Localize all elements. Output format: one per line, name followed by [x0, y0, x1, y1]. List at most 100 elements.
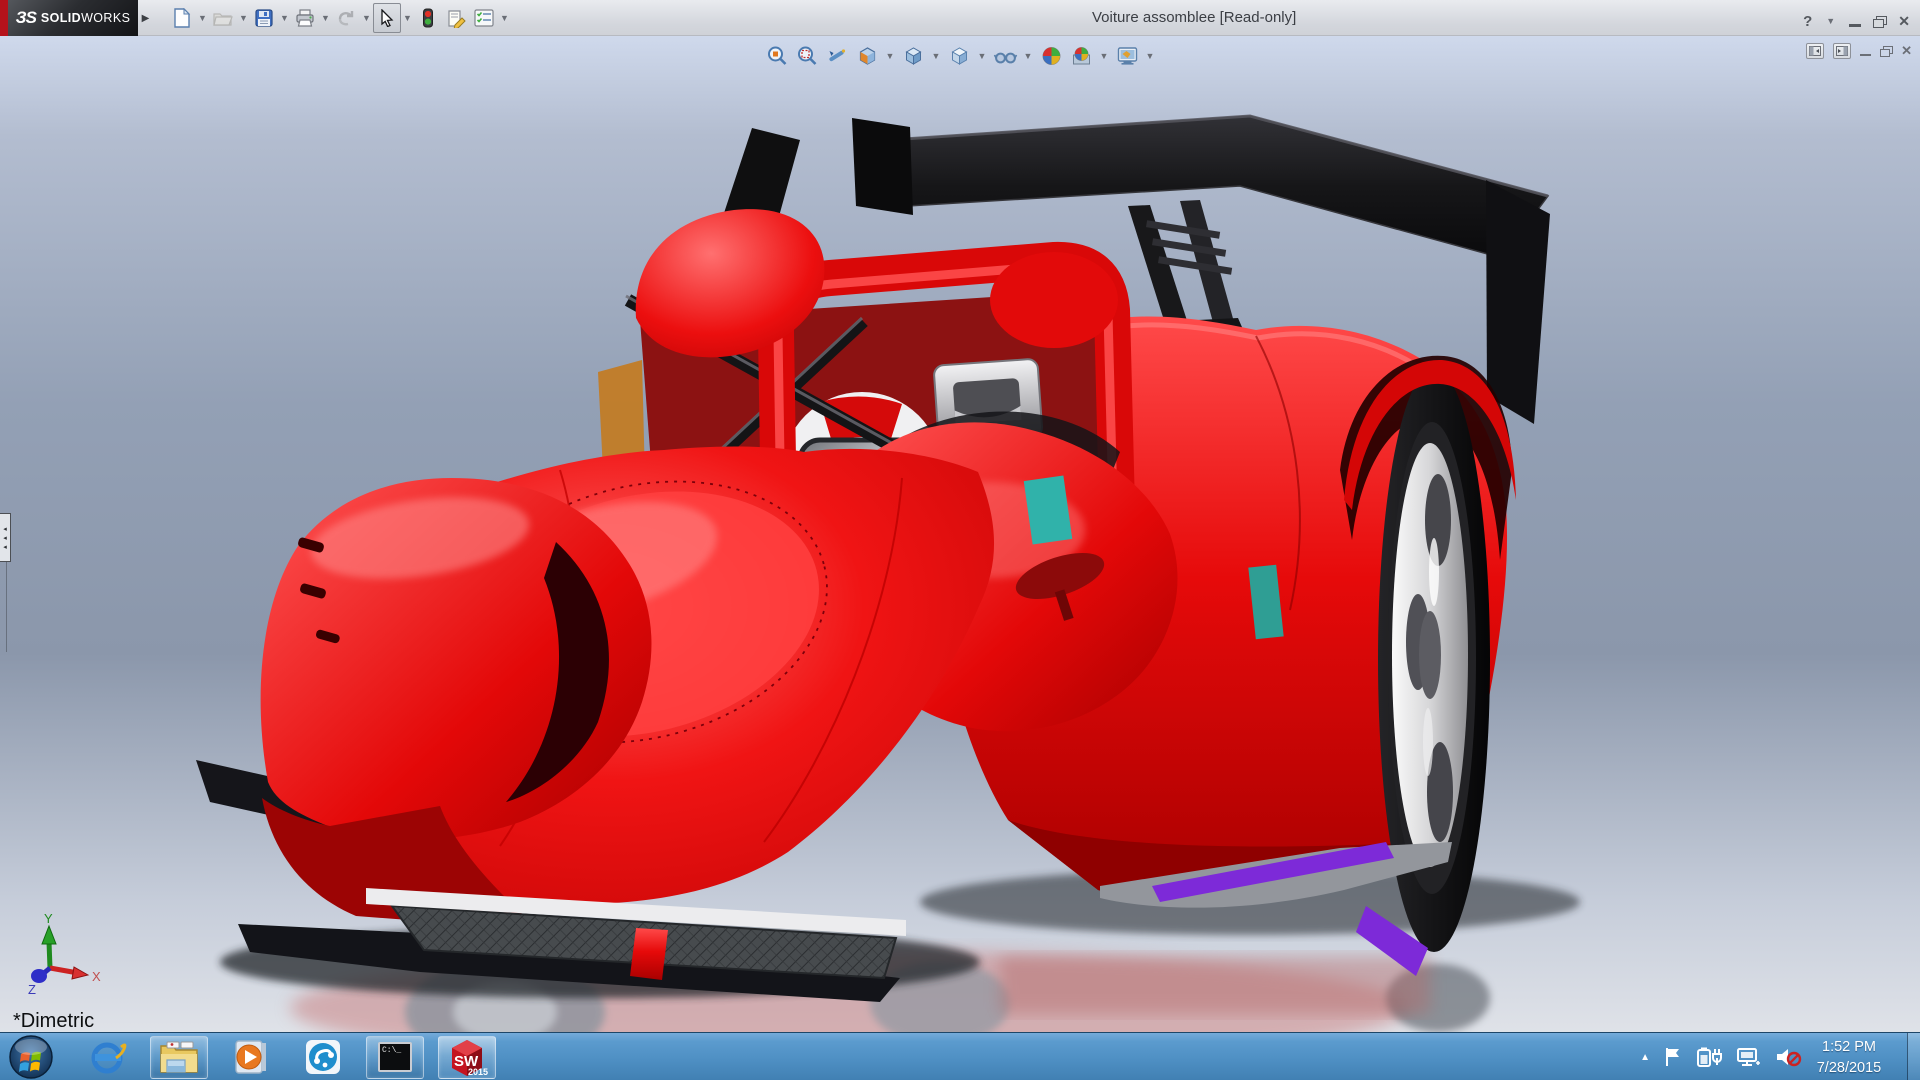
doc-restore-button[interactable]: [1880, 46, 1894, 57]
main-toolbar: ▼ ▼ ▼ ▼ ▼ ▼ ▼: [168, 2, 511, 34]
previous-view-icon: [828, 49, 845, 62]
file-properties-icon: [448, 9, 466, 28]
solidworks-window: ЗS SOLIDWORKS ▶ ▼ ▼ ▼ ▼ ▼ ▼ ▼ Voiture as…: [0, 0, 1920, 1080]
zoom-to-area-button[interactable]: [794, 43, 821, 70]
undo-arrow-icon: [338, 11, 354, 26]
traffic-light-icon: [423, 8, 433, 28]
options-button[interactable]: [470, 3, 498, 33]
start-button[interactable]: [8, 1034, 54, 1080]
apply-scene-dropdown[interactable]: ▼: [1098, 41, 1111, 71]
section-view-dropdown[interactable]: ▼: [884, 41, 897, 71]
view-orientation-dropdown[interactable]: ▼: [930, 41, 943, 71]
taskbar-clock[interactable]: 1:52 PM 7/28/2015: [1806, 1037, 1892, 1078]
collapse-arrow-icon: ◂: [3, 525, 7, 533]
previous-view-button[interactable]: [824, 43, 851, 70]
section-view-icon: [859, 47, 875, 65]
solidworks-logo: ЗS SOLIDWORKS: [8, 0, 138, 36]
taskbar-command-prompt[interactable]: C:\_: [366, 1035, 424, 1079]
view-orientation-button[interactable]: [900, 43, 927, 70]
print-dropdown[interactable]: ▼: [319, 3, 332, 33]
taskbar-communication-app[interactable]: [294, 1036, 352, 1079]
taskbar-solidworks[interactable]: SW 2015: [438, 1035, 496, 1079]
panel-edge-line: [6, 562, 7, 652]
new-document-button[interactable]: [168, 3, 196, 33]
taskbar: C:\_ SW 2015 ▲ 1:52 PM 7/28/2015: [0, 1032, 1920, 1080]
solidworks-2015-icon: SW 2015: [452, 1040, 488, 1077]
share-app-icon: [306, 1040, 340, 1074]
taskbar-media-player[interactable]: [222, 1036, 280, 1079]
minimize-button[interactable]: [1849, 24, 1862, 27]
restore-button[interactable]: [1873, 15, 1888, 28]
select-tool-dropdown[interactable]: ▼: [401, 3, 414, 33]
clock-time: 1:52 PM: [1822, 1039, 1876, 1055]
doc-close-button[interactable]: ✕: [1901, 43, 1912, 59]
show-hidden-icons-button[interactable]: ▲: [1640, 1052, 1650, 1063]
options-checklist-icon: [474, 9, 494, 27]
menu-expand-arrow[interactable]: ▶: [139, 7, 152, 29]
folder-icon: [160, 1041, 198, 1073]
select-tool-button[interactable]: [373, 3, 401, 33]
volume-muted-icon[interactable]: [1774, 1046, 1802, 1068]
doc-minimize-button[interactable]: [1860, 54, 1872, 56]
media-player-icon: [235, 1040, 266, 1074]
action-center-flag-icon[interactable]: [1663, 1046, 1683, 1068]
display-style-dropdown[interactable]: ▼: [976, 41, 989, 71]
ds-logo-mark: ЗS: [15, 8, 37, 27]
zoom-to-fit-button[interactable]: [764, 43, 791, 70]
view-settings-button[interactable]: [1114, 43, 1141, 70]
edit-appearance-button[interactable]: [1038, 43, 1065, 70]
section-view-button[interactable]: [854, 43, 881, 70]
triad-y-label: Y: [44, 912, 53, 926]
close-button[interactable]: ✕: [1898, 13, 1910, 30]
graphics-viewport[interactable]: ▼ ▼ ▼ ▼ ▼ ▼ ✕ ◂ ◂ ◂ Y X Z *Dimetric: [0, 36, 1920, 1032]
view-settings-dropdown[interactable]: ▼: [1144, 41, 1157, 71]
network-icon[interactable]: [1735, 1046, 1761, 1068]
undo-button[interactable]: [332, 3, 360, 33]
print-button[interactable]: [291, 3, 319, 33]
options-dropdown[interactable]: ▼: [498, 3, 511, 33]
new-document-dropdown[interactable]: ▼: [196, 3, 209, 33]
taskbar-internet-explorer[interactable]: [78, 1036, 136, 1079]
display-style-button[interactable]: [946, 43, 973, 70]
taskbar-windows-explorer[interactable]: [150, 1035, 208, 1079]
printer-icon: [296, 9, 314, 27]
save-button[interactable]: [250, 3, 278, 33]
zoom-to-area-icon: [797, 46, 816, 65]
help-button[interactable]: ?: [1803, 13, 1812, 30]
svg-text:2015: 2015: [468, 1067, 488, 1077]
pane-left-icon: [1809, 46, 1822, 56]
open-folder-icon: [213, 13, 233, 26]
reference-triad: Y X Z: [28, 912, 101, 997]
command-prompt-icon: C:\_: [378, 1042, 412, 1072]
appearance-ball-icon: [1042, 47, 1060, 65]
file-properties-button[interactable]: [442, 3, 470, 33]
help-dropdown[interactable]: ▼: [1824, 6, 1837, 36]
power-battery-icon[interactable]: [1696, 1046, 1722, 1068]
car-model[interactable]: [0, 36, 1920, 1032]
internet-explorer-icon: [91, 1042, 127, 1074]
brand-name: SOLIDWORKS: [40, 11, 131, 25]
rebuild-button[interactable]: [414, 3, 442, 33]
hide-show-items-button[interactable]: [992, 43, 1019, 70]
apply-scene-button[interactable]: [1068, 43, 1095, 70]
left-front-fender[interactable]: [196, 478, 652, 840]
clock-date: 7/28/2015: [1816, 1059, 1882, 1076]
brand-accent-stripe: [0, 0, 8, 36]
pane-left-button[interactable]: [1806, 43, 1825, 59]
heads-up-view-toolbar: ▼ ▼ ▼ ▼ ▼ ▼: [764, 41, 1157, 71]
open-document-button[interactable]: [209, 3, 237, 33]
pane-right-icon: [1836, 46, 1849, 56]
view-orientation-label: *Dimetric: [13, 1010, 95, 1032]
display-style-icon: [950, 47, 968, 65]
pane-right-button[interactable]: [1833, 43, 1852, 59]
window-title: Voiture assomblee [Read-only]: [1092, 9, 1297, 26]
hide-show-items-dropdown[interactable]: ▼: [1022, 41, 1035, 71]
view-orientation-icon: [904, 47, 922, 65]
panel-collapse-tab[interactable]: ◂ ◂ ◂: [0, 513, 11, 562]
undo-dropdown[interactable]: ▼: [360, 3, 373, 33]
save-floppy-icon: [255, 9, 273, 27]
open-document-dropdown[interactable]: ▼: [237, 3, 250, 33]
save-dropdown[interactable]: ▼: [278, 3, 291, 33]
collapse-arrow-icon: ◂: [3, 543, 7, 551]
show-desktop-button[interactable]: [1907, 1033, 1920, 1080]
